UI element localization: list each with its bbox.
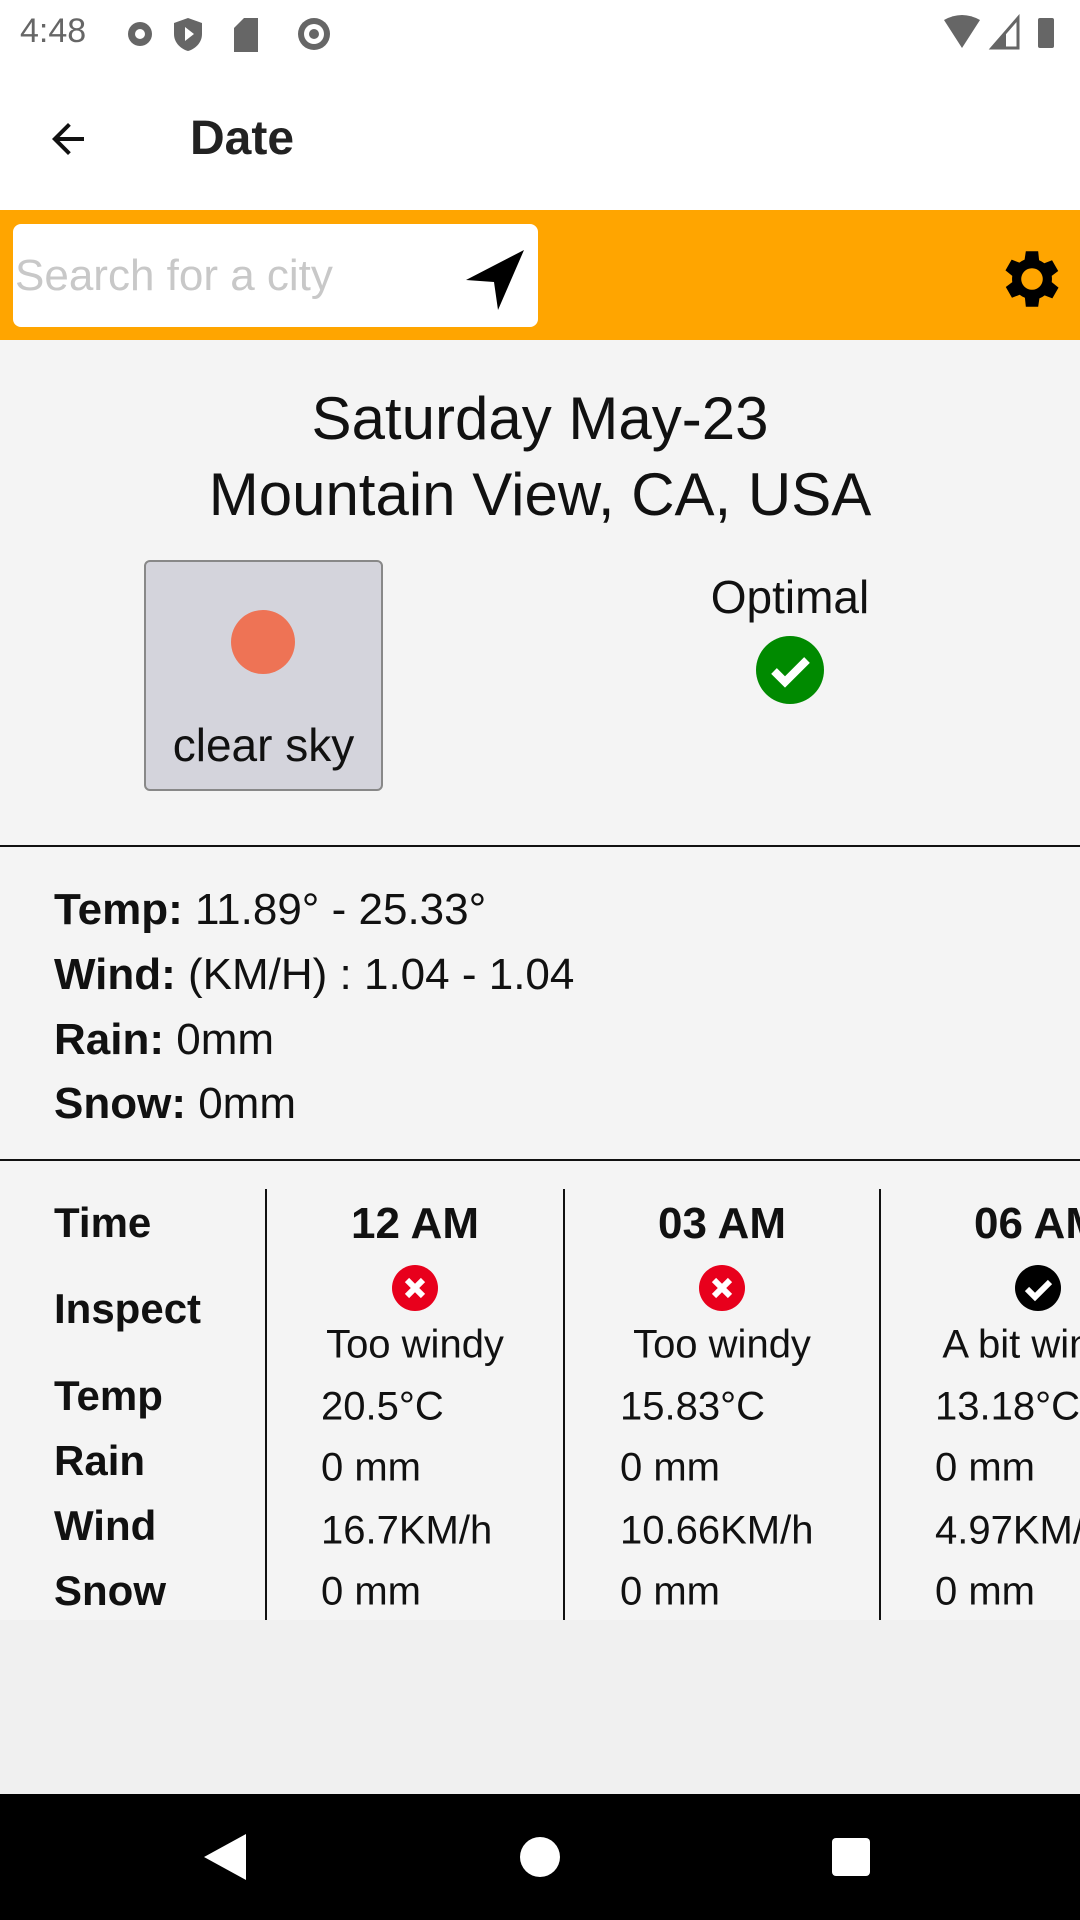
divider [0,845,1080,847]
column-divider [563,1189,565,1620]
column-wind: 16.7KM/h [321,1508,493,1553]
column-time: 06 AM [974,1199,1080,1248]
gear-icon[interactable] [995,242,1069,316]
row-label-temp: Temp [54,1372,163,1419]
detail-wind: Wind: (KM/H) : 1.04 - 1.04 [54,950,575,999]
recents-nav-icon[interactable] [832,1838,870,1876]
error-circle-icon [699,1265,745,1311]
check-circle-icon [1015,1265,1061,1311]
navigation-bar [0,1794,1080,1920]
row-label-rain: Rain [54,1437,146,1484]
check-circle-icon [756,636,824,704]
column-rain: 0 mm [321,1445,421,1490]
divider [0,1159,1080,1161]
row-label-wind: Wind [54,1502,157,1549]
sun-icon [231,610,295,674]
city-search-input[interactable] [13,224,538,327]
arrow-left-icon[interactable] [44,115,92,163]
column-rain: 0 mm [935,1445,1035,1490]
condition-label: clear sky [172,719,355,771]
column-temp: 15.83°C [620,1384,765,1429]
notification-icons [128,18,330,52]
status-bar: 4:48 [0,0,1080,67]
forecast-date: Saturday May-23 [311,385,769,452]
verdict-label: Optimal [710,571,870,623]
column-time: 03 AM [658,1199,786,1248]
navigation-arrow-icon[interactable] [462,246,526,312]
row-label-time: Time [54,1199,152,1246]
column-snow: 0 mm [620,1569,720,1614]
home-nav-icon[interactable] [520,1837,560,1877]
forecast-location: Mountain View, CA, USA [208,461,872,528]
column-wind: 4.97KM/h [935,1508,1080,1553]
column-inspect-text: Too windy [326,1322,504,1367]
error-circle-icon [392,1265,438,1311]
weather-condition-card: clear sky [144,560,383,791]
system-status-icons [944,14,1054,50]
column-time: 12 AM [351,1199,479,1248]
back-nav-icon[interactable] [204,1834,246,1880]
column-inspect-text: A bit windy [942,1322,1080,1367]
column-temp: 20.5°C [321,1384,444,1429]
status-time: 4:48 [20,12,87,50]
column-divider [879,1189,881,1620]
app-toolbar: Date [0,67,1080,210]
column-snow: 0 mm [321,1569,421,1614]
column-temp: 13.18°C [935,1384,1080,1429]
column-divider [265,1189,267,1620]
detail-snow: Snow: 0mm [54,1079,296,1128]
page-title: Date [190,112,295,165]
row-label-snow: Snow [54,1567,166,1614]
detail-rain: Rain: 0mm [54,1015,274,1064]
column-wind: 10.66KM/h [620,1508,814,1553]
column-rain: 0 mm [620,1445,720,1490]
column-snow: 0 mm [935,1569,1035,1614]
column-inspect-text: Too windy [633,1322,811,1367]
detail-temp: Temp: 11.89° - 25.33° [54,885,487,934]
row-label-inspect: Inspect [54,1285,202,1332]
